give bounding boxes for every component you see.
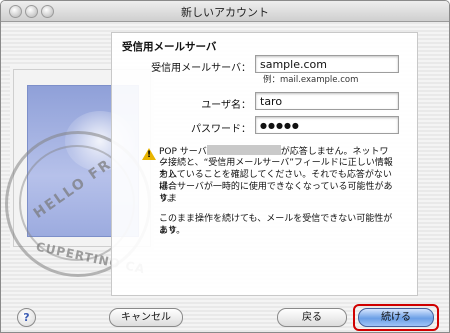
window-title: 新しいアカウント — [181, 6, 269, 19]
username-label: ユーザ名： — [201, 100, 251, 111]
continue-button-highlight — [353, 304, 439, 331]
warning-exclamation: ! — [147, 150, 152, 160]
username-field[interactable]: taro — [255, 92, 399, 110]
incoming-server-hint: 例：mail.example.com — [263, 75, 359, 85]
incoming-server-field[interactable]: sample.com — [255, 55, 399, 73]
help-button[interactable]: ? — [17, 308, 36, 327]
password-field[interactable]: ●●●●● — [255, 116, 399, 134]
redacted-server-name — [206, 145, 281, 155]
warning-line-5: す。 — [159, 194, 177, 204]
incoming-server-label: 受信用メールサーバ： — [151, 63, 251, 74]
new-account-dialog: 新しいアカウント HELLO FR CUPERTINO CA 受信用メールサーバ… — [0, 0, 450, 333]
password-label: パスワード： — [191, 124, 251, 135]
warning-line-1-prefix: POP サーバ — [159, 147, 207, 157]
back-button[interactable]: 戻る — [277, 308, 347, 327]
warning-line-7: ます。 — [159, 226, 186, 236]
title-bar: 新しいアカウント — [1, 1, 449, 22]
section-title: 受信用メールサーバ — [122, 41, 217, 53]
cancel-button[interactable]: キャンセル — [109, 308, 183, 327]
